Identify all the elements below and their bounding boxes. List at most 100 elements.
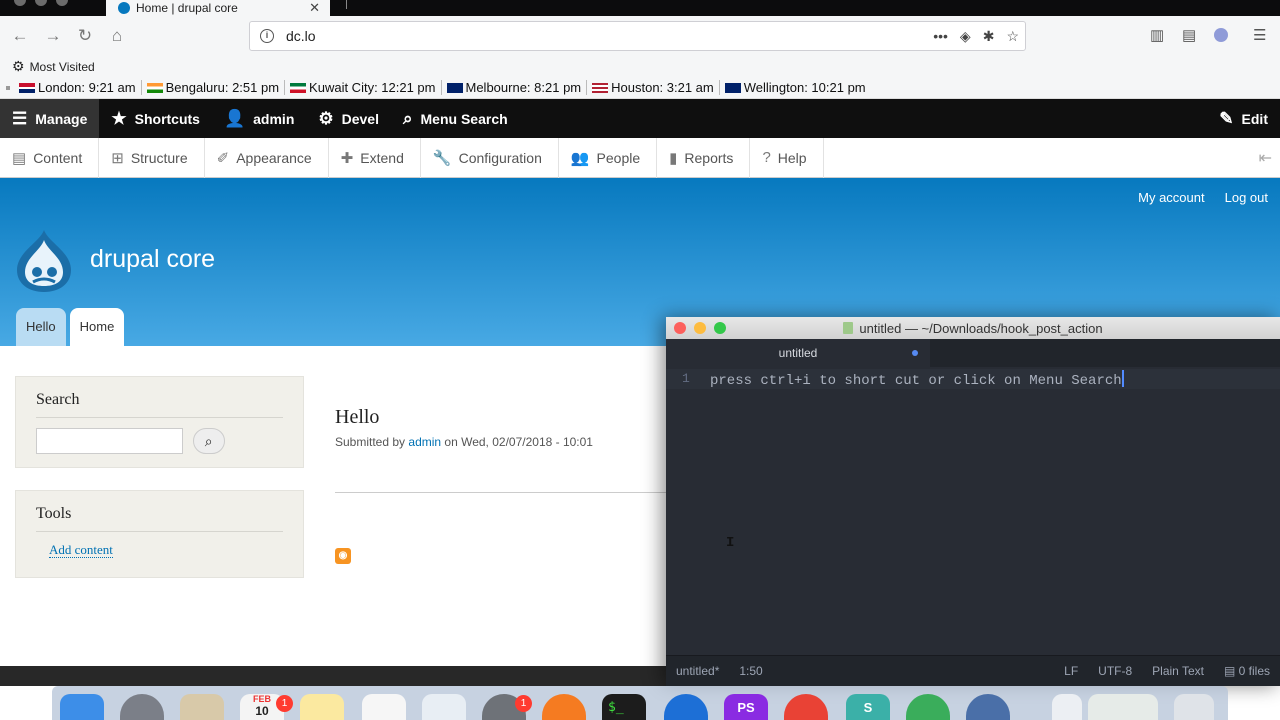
reload-icon[interactable]: ↻ bbox=[73, 24, 97, 48]
mail-stamp-icon[interactable] bbox=[180, 694, 224, 720]
my-account-link[interactable]: My account bbox=[1138, 190, 1204, 205]
browser-tab-active[interactable]: Home | drupal core ✕ bbox=[106, 0, 330, 16]
editor-close-dot[interactable] bbox=[674, 322, 686, 334]
forward-arrow-icon[interactable]: → bbox=[41, 24, 65, 48]
terminal-icon[interactable]: $_ bbox=[602, 694, 646, 720]
trash-icon[interactable] bbox=[1174, 694, 1214, 720]
atom-icon[interactable] bbox=[906, 694, 950, 720]
window-zoom-dot[interactable] bbox=[56, 0, 68, 6]
primary-tabs: Hello Home bbox=[16, 308, 125, 346]
drupal-logo-icon[interactable] bbox=[15, 228, 73, 294]
add-content-link[interactable]: Add content bbox=[49, 542, 113, 558]
clock-bar-handle bbox=[6, 85, 10, 90]
browser-tab-strip: Home | drupal core ✕ bbox=[0, 0, 1280, 16]
page-actions-icon[interactable]: ••• bbox=[933, 28, 948, 44]
calendar-badge: 1 bbox=[276, 695, 293, 712]
tray-item-configuration[interactable]: 🔧 Configuration bbox=[421, 137, 559, 178]
clock-kuwait-city[interactable]: Kuwait City: 12:21 pm bbox=[285, 80, 442, 95]
notes-icon[interactable] bbox=[300, 694, 344, 720]
tab-separator bbox=[346, 0, 347, 9]
editor-text-area[interactable]: 1 press ctrl+i to short cut or click on … bbox=[666, 367, 1280, 657]
clock-houston[interactable]: Houston: 3:21 am bbox=[587, 80, 720, 95]
library-icon[interactable]: ▥ bbox=[1150, 26, 1164, 44]
clock-london[interactable]: London: 9:21 am bbox=[14, 80, 142, 95]
logout-link[interactable]: Log out bbox=[1225, 190, 1268, 205]
tab-hello[interactable]: Hello bbox=[16, 308, 66, 346]
editor-zoom-dot[interactable] bbox=[714, 322, 726, 334]
user-icon: 👤 bbox=[223, 108, 246, 128]
editor-minimize-dot[interactable] bbox=[694, 322, 706, 334]
tray-item-extend[interactable]: ✚ Extend bbox=[329, 137, 421, 178]
tray-item-reports[interactable]: ▮ Reports bbox=[657, 137, 751, 178]
bookmark-most-visited[interactable]: Most Visited bbox=[30, 60, 95, 74]
document-icon bbox=[843, 322, 854, 334]
tray-collapse-icon[interactable]: ⇤ bbox=[1259, 148, 1272, 168]
home-icon[interactable]: ⌂ bbox=[105, 24, 129, 48]
pocket-icon[interactable]: ◈ bbox=[960, 28, 971, 45]
bug-icon[interactable]: ✱ bbox=[983, 28, 995, 45]
clock-wellington[interactable]: Wellington: 10:21 pm bbox=[720, 80, 871, 95]
gear-icon: ⚙ bbox=[318, 108, 334, 128]
account-avatar-icon[interactable] bbox=[1214, 28, 1228, 42]
slack-icon[interactable]: S bbox=[846, 694, 890, 720]
toolbar-menu-search[interactable]: ⌕ Menu Search bbox=[391, 99, 520, 138]
quicktime-icon[interactable] bbox=[966, 694, 1010, 720]
reminders-icon[interactable] bbox=[362, 694, 406, 720]
downloads-stack-icon[interactable] bbox=[1088, 694, 1158, 720]
node-author-link[interactable]: admin bbox=[408, 435, 441, 449]
sidebar-toggle-icon[interactable]: ▤ bbox=[1182, 26, 1196, 44]
phpstorm-icon[interactable]: PS bbox=[724, 694, 768, 720]
text-cursor bbox=[1121, 370, 1124, 387]
status-file-name[interactable]: untitled* bbox=[676, 664, 719, 678]
modified-dot-icon[interactable] bbox=[912, 350, 918, 356]
tab-close-icon[interactable]: ✕ bbox=[309, 0, 320, 16]
status-git-files[interactable]: ▤ 0 files bbox=[1224, 664, 1270, 678]
firefox-icon[interactable] bbox=[542, 694, 586, 720]
circle-app-icon[interactable] bbox=[664, 694, 708, 720]
documents-stack-icon[interactable] bbox=[1052, 694, 1082, 720]
clock-bengaluru[interactable]: Bengaluru: 2:51 pm bbox=[142, 80, 286, 95]
status-encoding[interactable]: UTF-8 bbox=[1098, 664, 1132, 678]
editor-tab-untitled[interactable]: untitled bbox=[666, 339, 930, 367]
toolbar-devel[interactable]: ⚙ Devel bbox=[306, 99, 391, 138]
tools-block: Tools Add content bbox=[15, 490, 304, 578]
url-bar[interactable]: i dc.lo ••• ◈ ✱ ☆ bbox=[249, 21, 1026, 51]
toolbar-shortcuts[interactable]: ★ Shortcuts bbox=[99, 99, 212, 138]
tray-item-content[interactable]: ▤ Content bbox=[0, 137, 100, 178]
sitemap-icon: ⊞ bbox=[111, 149, 124, 167]
finder-icon[interactable] bbox=[60, 694, 104, 720]
hamburger-menu-icon[interactable]: ☰ bbox=[1253, 26, 1266, 44]
clock-melbourne[interactable]: Melbourne: 8:21 pm bbox=[442, 80, 588, 95]
tray-item-structure[interactable]: ⊞ Structure bbox=[99, 137, 205, 178]
puzzle-icon: ✚ bbox=[340, 149, 354, 167]
site-info-icon[interactable]: i bbox=[260, 29, 274, 43]
status-grammar[interactable]: Plain Text bbox=[1152, 664, 1204, 678]
tray-item-appearance[interactable]: ✐ Appearance bbox=[205, 137, 329, 178]
window-close-dot[interactable] bbox=[14, 0, 26, 6]
window-minimize-dot[interactable] bbox=[35, 0, 47, 6]
editor-titlebar[interactable]: untitled — ~/Downloads/hook_post_action bbox=[666, 317, 1280, 339]
search-input[interactable] bbox=[36, 428, 183, 454]
node-title[interactable]: Hello bbox=[335, 406, 379, 429]
tab-home[interactable]: Home bbox=[69, 308, 125, 346]
status-cursor-position[interactable]: 1:50 bbox=[739, 664, 762, 678]
search-button[interactable]: ⌕ bbox=[192, 428, 225, 454]
chrome-icon[interactable] bbox=[784, 694, 828, 720]
tray-item-people[interactable]: 👥 People bbox=[559, 137, 658, 178]
launchpad-icon[interactable] bbox=[120, 694, 164, 720]
tray-item-help[interactable]: ? Help bbox=[750, 137, 824, 178]
star-icon: ★ bbox=[111, 108, 127, 128]
toolbar-user[interactable]: 👤 admin bbox=[212, 99, 306, 138]
rss-feed-icon[interactable]: ◉ bbox=[335, 548, 351, 564]
preview-icon[interactable] bbox=[422, 694, 466, 720]
node-submitted: Submitted by admin on Wed, 02/07/2018 - … bbox=[335, 435, 593, 449]
bookmark-star-icon[interactable]: ☆ bbox=[1006, 28, 1019, 45]
macos-dock: FEB 10 1 1 $_ PS S bbox=[52, 686, 1228, 720]
toolbar-manage[interactable]: ☰ Manage bbox=[0, 99, 100, 138]
toolbar-edit[interactable]: ✎ Edit bbox=[1207, 99, 1280, 138]
pencil-icon: ✎ bbox=[1219, 108, 1234, 128]
file-icon: ▤ bbox=[12, 149, 27, 167]
site-name[interactable]: drupal core bbox=[90, 245, 215, 274]
status-line-ending[interactable]: LF bbox=[1064, 664, 1078, 678]
back-arrow-icon[interactable]: ← bbox=[8, 24, 32, 48]
